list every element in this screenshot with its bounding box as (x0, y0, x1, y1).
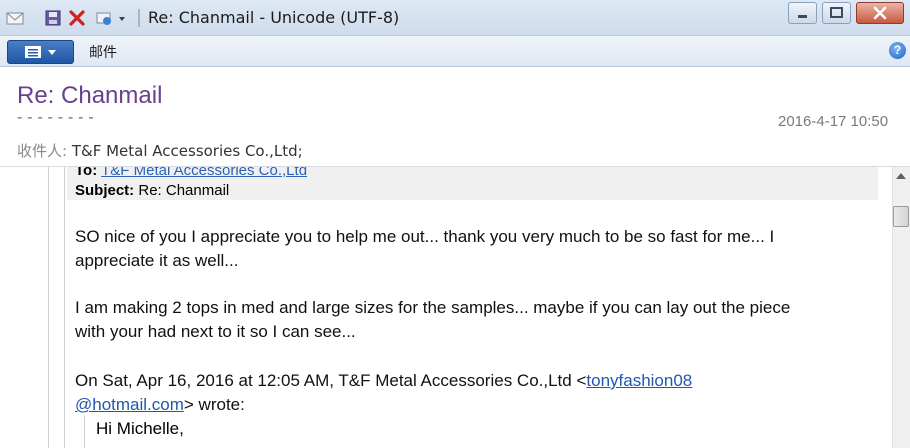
file-menu-button[interactable] (7, 40, 74, 64)
message-body[interactable]: To: T&F Metal Accessories Co.,Ltd Subjec… (0, 167, 910, 448)
message-subject: Re: Chanmail (17, 82, 163, 109)
email-link[interactable]: tonyfashion08 (586, 371, 692, 390)
title-bar: Re: Chanmail - Unicode (UTF-8) (0, 0, 910, 36)
save-icon[interactable] (44, 9, 62, 27)
quoted-to-link[interactable]: T&F Metal Accessories Co.,Ltd (101, 167, 307, 179)
body-paragraph: SO nice of you I appreciate you to help … (75, 225, 875, 273)
close-button[interactable] (856, 2, 904, 24)
delete-icon[interactable] (68, 9, 86, 27)
sent-date: 2016-4-17 10:50 (778, 113, 889, 130)
body-line: I am making 2 tops in med and large size… (75, 298, 791, 317)
recipients-line: 收件人: T&F Metal Accessories Co.,Ltd; (17, 140, 303, 161)
body-line: with your had next to it so I can see... (75, 322, 356, 341)
quote-bar (48, 167, 49, 448)
quoted-to-label: To: (75, 167, 98, 179)
quoted-to-row: To: T&F Metal Accessories Co.,Ltd (75, 167, 307, 179)
quoted-subject-value: Re: Chanmail (138, 182, 230, 199)
maximize-button[interactable] (822, 2, 851, 24)
body-paragraph: I am making 2 tops in med and large size… (75, 296, 875, 344)
quote-intro-text: On Sat, Apr 16, 2016 at 12:05 AM, T&F Me… (75, 371, 587, 390)
quoted-subject-label: Subject: (75, 182, 135, 199)
scroll-up-icon[interactable] (896, 173, 906, 179)
envelope-icon[interactable] (6, 9, 24, 27)
tab-mail[interactable]: 邮件 (89, 42, 117, 62)
quoted-subject-row: Subject: Re: Chanmail (75, 182, 229, 199)
recipients-label: 收件人: (17, 142, 68, 160)
sender-name: - - - - - - - - (17, 116, 127, 122)
help-icon[interactable]: ? (889, 42, 906, 59)
separator (138, 9, 140, 27)
body-line: appreciate it as well... (75, 251, 239, 270)
scrollbar-thumb[interactable] (893, 206, 909, 227)
quote-intro-text: > wrote: (183, 395, 245, 414)
window-title: Re: Chanmail - Unicode (UTF-8) (148, 8, 400, 27)
quote-bar (84, 415, 85, 448)
email-link[interactable]: @hotmail.com (75, 395, 184, 414)
customize-dropdown-icon[interactable] (117, 9, 127, 27)
recipient[interactable]: T&F Metal Accessories Co.,Ltd; (72, 142, 303, 160)
quote-intro: On Sat, Apr 16, 2016 at 12:05 AM, T&F Me… (75, 369, 875, 417)
move-icon[interactable] (95, 9, 113, 27)
minimize-button[interactable] (788, 2, 817, 24)
body-line: SO nice of you I appreciate you to help … (75, 227, 775, 246)
menu-icon (25, 46, 56, 58)
ribbon-bar (0, 36, 910, 67)
quote-bar (64, 167, 65, 448)
greeting: Hi Michelle, (96, 419, 184, 438)
